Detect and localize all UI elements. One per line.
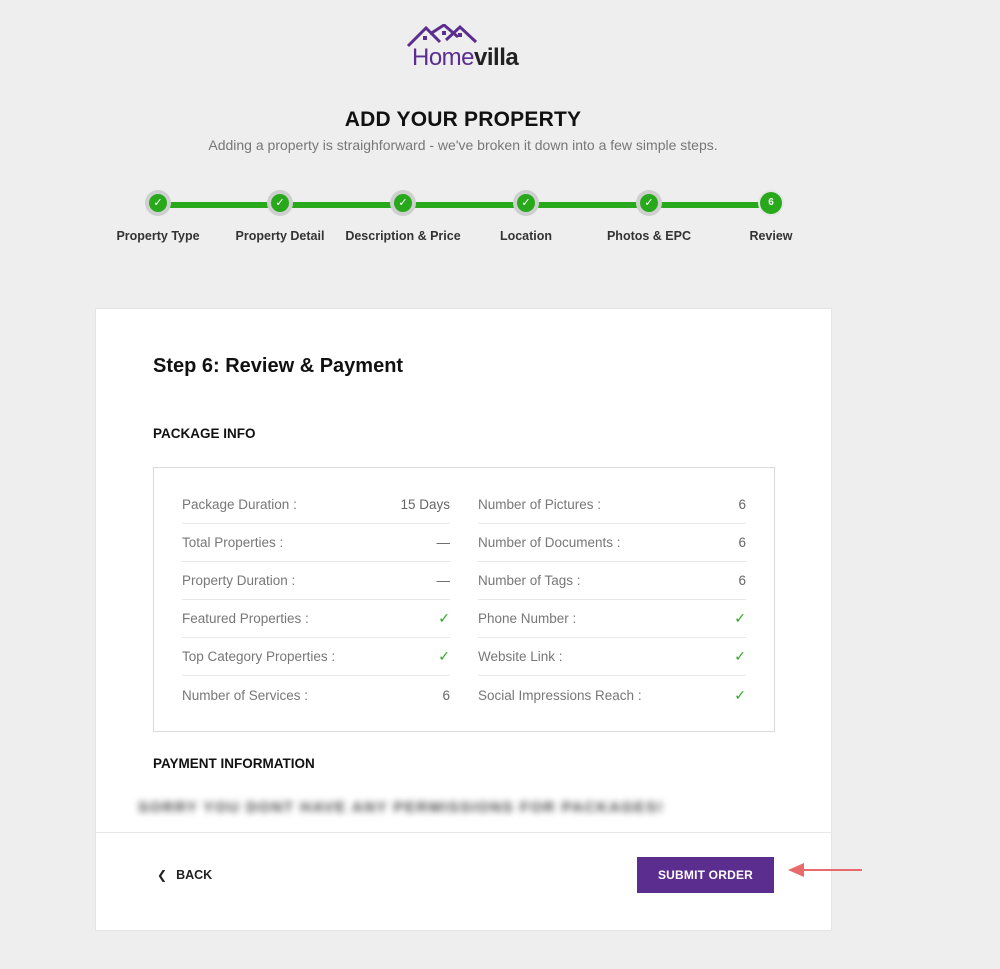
step-label: Photos & EPC bbox=[606, 229, 692, 243]
package-row-label: Total Properties : bbox=[182, 535, 284, 550]
package-row: Number of Documents : 6 bbox=[478, 524, 746, 562]
package-row: Property Duration : — bbox=[182, 562, 450, 600]
page-subtitle: Adding a property is straighforward - we… bbox=[208, 137, 718, 153]
checkmark-icon: ✓ bbox=[734, 610, 746, 626]
logo-text: Homevilla bbox=[412, 44, 519, 72]
package-info-left-column: Package Duration : 15 Days Total Propert… bbox=[182, 486, 450, 714]
checkmark-icon: ✓ bbox=[640, 194, 658, 212]
package-row-label: Number of Documents : bbox=[478, 535, 621, 550]
review-payment-card: Step 6: Review & Payment PACKAGE INFO Pa… bbox=[95, 308, 832, 931]
package-row-label: Featured Properties : bbox=[182, 611, 309, 626]
package-info-heading: PACKAGE INFO bbox=[153, 426, 256, 441]
step-current-dot: 6 bbox=[758, 190, 784, 216]
arrow-left-icon bbox=[788, 863, 862, 877]
package-row-value: 15 Days bbox=[400, 497, 450, 512]
package-row-label: Top Category Properties : bbox=[182, 649, 336, 664]
step-review[interactable]: 6 Review bbox=[701, 190, 841, 243]
checkmark-icon: ✓ bbox=[438, 610, 450, 626]
step-label: Property Detail bbox=[235, 229, 325, 243]
back-button-label: BACK bbox=[176, 868, 213, 882]
package-row: Phone Number : ✓ bbox=[478, 600, 746, 638]
package-info-right-column: Number of Pictures : 6 Number of Documen… bbox=[478, 486, 746, 714]
package-row-value: 6 bbox=[738, 497, 746, 512]
package-row: Number of Tags : 6 bbox=[478, 562, 746, 600]
package-row-value: 6 bbox=[442, 687, 450, 703]
package-row-value: 6 bbox=[738, 573, 746, 588]
checkmark-icon: ✓ bbox=[517, 194, 535, 212]
card-title: Step 6: Review & Payment bbox=[153, 355, 404, 377]
logo-text-villa: villa bbox=[474, 44, 519, 71]
progress-stepper: ✓ Property Type ✓ Property Detail ✓ Desc… bbox=[0, 190, 926, 260]
checkmark-icon: ✓ bbox=[438, 648, 450, 664]
checkmark-icon: ✓ bbox=[734, 686, 746, 703]
step-label: Review bbox=[749, 229, 793, 243]
checkmark-icon: ✓ bbox=[394, 194, 412, 212]
chevron-left-icon: ❮ bbox=[157, 868, 168, 882]
submit-order-button[interactable]: SUBMIT ORDER bbox=[637, 857, 774, 893]
payment-info-heading: PAYMENT INFORMATION bbox=[153, 756, 315, 771]
package-row: Social Impressions Reach : ✓ bbox=[478, 676, 746, 714]
package-row-label: Number of Tags : bbox=[478, 573, 581, 588]
step-photos-epc[interactable]: ✓ Photos & EPC bbox=[579, 190, 719, 243]
package-row: Website Link : ✓ bbox=[478, 638, 746, 676]
package-row: Total Properties : — bbox=[182, 524, 450, 562]
package-row: Package Duration : 15 Days bbox=[182, 486, 450, 524]
package-info-box: Package Duration : 15 Days Total Propert… bbox=[153, 467, 775, 732]
checkmark-icon: ✓ bbox=[734, 648, 746, 664]
package-row-label: Website Link : bbox=[478, 649, 563, 664]
step-label: Description & Price bbox=[345, 229, 461, 243]
package-row-value: 6 bbox=[738, 535, 746, 550]
package-row-label: Social Impressions Reach : bbox=[478, 687, 642, 703]
step-number: 6 bbox=[760, 192, 782, 214]
package-row-label: Number of Pictures : bbox=[478, 497, 602, 512]
package-row-label: Number of Services : bbox=[182, 687, 309, 703]
package-row-label: Phone Number : bbox=[478, 611, 577, 626]
checkmark-icon: ✓ bbox=[149, 194, 167, 212]
card-footer: ❮ BACK SUBMIT ORDER bbox=[96, 832, 831, 930]
step-complete-dot: ✓ bbox=[636, 190, 662, 216]
step-location[interactable]: ✓ Location bbox=[456, 190, 596, 243]
back-button[interactable]: ❮ BACK bbox=[157, 868, 212, 882]
step-label: Location bbox=[499, 229, 553, 243]
package-row-label: Property Duration : bbox=[182, 573, 296, 588]
package-row: Featured Properties : ✓ bbox=[182, 600, 450, 638]
dash-icon: — bbox=[436, 573, 451, 588]
payment-permission-message: SORRY YOU DONT HAVE ANY PERMISSIONS FOR … bbox=[138, 799, 665, 816]
step-description-price[interactable]: ✓ Description & Price bbox=[333, 190, 473, 243]
step-complete-dot: ✓ bbox=[267, 190, 293, 216]
logo-text-home: Home bbox=[412, 44, 475, 71]
checkmark-icon: ✓ bbox=[271, 194, 289, 212]
page-title: ADD YOUR PROPERTY bbox=[344, 108, 582, 131]
package-row: Top Category Properties : ✓ bbox=[182, 638, 450, 676]
package-row: Number of Services : 6 bbox=[182, 676, 450, 714]
step-complete-dot: ✓ bbox=[390, 190, 416, 216]
dash-icon: — bbox=[436, 535, 451, 550]
homevilla-logo[interactable]: Homevilla bbox=[406, 24, 526, 72]
step-property-type[interactable]: ✓ Property Type bbox=[88, 190, 228, 243]
step-complete-dot: ✓ bbox=[145, 190, 171, 216]
step-property-detail[interactable]: ✓ Property Detail bbox=[210, 190, 350, 243]
step-complete-dot: ✓ bbox=[513, 190, 539, 216]
package-row: Number of Pictures : 6 bbox=[478, 486, 746, 524]
package-row-label: Package Duration : bbox=[182, 497, 297, 512]
step-label: Property Type bbox=[116, 229, 200, 243]
